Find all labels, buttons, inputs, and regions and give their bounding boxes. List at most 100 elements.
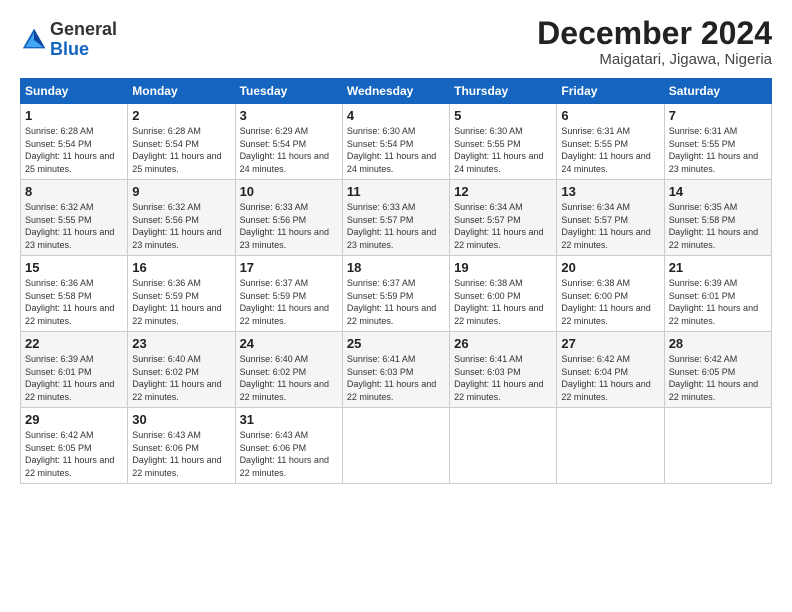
- day-number: 1: [25, 108, 123, 123]
- calendar-cell: 19 Sunrise: 6:38 AMSunset: 6:00 PMDayligh…: [450, 256, 557, 332]
- calendar-cell: 3 Sunrise: 6:29 AMSunset: 5:54 PMDaylight…: [235, 104, 342, 180]
- day-info: Sunrise: 6:35 AMSunset: 5:58 PMDaylight:…: [669, 201, 767, 251]
- day-number: 12: [454, 184, 552, 199]
- calendar-cell: 17 Sunrise: 6:37 AMSunset: 5:59 PMDayligh…: [235, 256, 342, 332]
- day-number: 10: [240, 184, 338, 199]
- calendar-week-3: 15 Sunrise: 6:36 AMSunset: 5:58 PMDayligh…: [21, 256, 772, 332]
- day-number: 2: [132, 108, 230, 123]
- day-number: 28: [669, 336, 767, 351]
- day-number: 4: [347, 108, 445, 123]
- calendar-cell: 31 Sunrise: 6:43 AMSunset: 6:06 PMDayligh…: [235, 408, 342, 484]
- calendar-cell: 18Sunrise: 6:37 AMSunset: 5:59 PMDayligh…: [342, 256, 449, 332]
- day-number: 23: [132, 336, 230, 351]
- logo-blue: Blue: [50, 39, 89, 59]
- weekday-header-wednesday: Wednesday: [342, 79, 449, 104]
- day-number: 25: [347, 336, 445, 351]
- day-info: Sunrise: 6:32 AMSunset: 5:56 PMDaylight:…: [132, 201, 230, 251]
- day-number: 11: [347, 184, 445, 199]
- day-info: Sunrise: 6:31 AMSunset: 5:55 PMDaylight:…: [669, 125, 767, 175]
- location: Maigatari, Jigawa, Nigeria: [537, 51, 772, 68]
- day-info: Sunrise: 6:42 AMSunset: 6:04 PMDaylight:…: [561, 353, 659, 403]
- day-info: Sunrise: 6:37 AMSunset: 5:59 PMDaylight:…: [347, 277, 445, 327]
- calendar-cell: 15 Sunrise: 6:36 AMSunset: 5:58 PMDayligh…: [21, 256, 128, 332]
- calendar-cell: 11Sunrise: 6:33 AMSunset: 5:57 PMDayligh…: [342, 180, 449, 256]
- day-number: 30: [132, 412, 230, 427]
- calendar-cell: 16Sunrise: 6:36 AMSunset: 5:59 PMDayligh…: [128, 256, 235, 332]
- day-number: 20: [561, 260, 659, 275]
- weekday-header-row: SundayMondayTuesdayWednesdayThursdayFrid…: [21, 79, 772, 104]
- calendar-cell: 12 Sunrise: 6:34 AMSunset: 5:57 PMDayligh…: [450, 180, 557, 256]
- calendar-cell: 28 Sunrise: 6:42 AMSunset: 6:05 PMDayligh…: [664, 332, 771, 408]
- calendar-cell: 21Sunrise: 6:39 AMSunset: 6:01 PMDayligh…: [664, 256, 771, 332]
- day-info: Sunrise: 6:42 AMSunset: 6:05 PMDaylight:…: [25, 429, 123, 479]
- day-info: Sunrise: 6:43 AMSunset: 6:06 PMDaylight:…: [132, 429, 230, 479]
- day-info: Sunrise: 6:41 AMSunset: 6:03 PMDaylight:…: [454, 353, 552, 403]
- weekday-header-friday: Friday: [557, 79, 664, 104]
- day-number: 19: [454, 260, 552, 275]
- calendar-cell: 6Sunrise: 6:31 AMSunset: 5:55 PMDaylight…: [557, 104, 664, 180]
- weekday-header-saturday: Saturday: [664, 79, 771, 104]
- day-number: 15: [25, 260, 123, 275]
- day-number: 29: [25, 412, 123, 427]
- calendar-week-1: 1 Sunrise: 6:28 AMSunset: 5:54 PMDaylight…: [21, 104, 772, 180]
- day-number: 9: [132, 184, 230, 199]
- day-number: 17: [240, 260, 338, 275]
- calendar-cell: 30 Sunrise: 6:43 AMSunset: 6:06 PMDayligh…: [128, 408, 235, 484]
- weekday-header-monday: Monday: [128, 79, 235, 104]
- day-info: Sunrise: 6:33 AMSunset: 5:56 PMDaylight:…: [240, 201, 338, 251]
- calendar-cell: 26 Sunrise: 6:41 AMSunset: 6:03 PMDayligh…: [450, 332, 557, 408]
- weekday-header-tuesday: Tuesday: [235, 79, 342, 104]
- calendar-cell: 22Sunrise: 6:39 AMSunset: 6:01 PMDayligh…: [21, 332, 128, 408]
- calendar-cell: 29 Sunrise: 6:42 AMSunset: 6:05 PMDayligh…: [21, 408, 128, 484]
- calendar-cell: 5 Sunrise: 6:30 AMSunset: 5:55 PMDaylight…: [450, 104, 557, 180]
- day-info: Sunrise: 6:42 AMSunset: 6:05 PMDaylight:…: [669, 353, 767, 403]
- day-info: Sunrise: 6:38 AMSunset: 6:00 PMDaylight:…: [561, 277, 659, 327]
- calendar-cell: 8 Sunrise: 6:32 AMSunset: 5:55 PMDaylight…: [21, 180, 128, 256]
- day-number: 26: [454, 336, 552, 351]
- page-container: General Blue December 2024 Maigatari, Ji…: [0, 0, 792, 494]
- day-info: Sunrise: 6:41 AMSunset: 6:03 PMDaylight:…: [347, 353, 445, 403]
- day-info: Sunrise: 6:37 AMSunset: 5:59 PMDaylight:…: [240, 277, 338, 327]
- calendar-cell: 13Sunrise: 6:34 AMSunset: 5:57 PMDayligh…: [557, 180, 664, 256]
- day-info: Sunrise: 6:39 AMSunset: 6:01 PMDaylight:…: [669, 277, 767, 327]
- day-info: Sunrise: 6:28 AMSunset: 5:54 PMDaylight:…: [25, 125, 123, 175]
- logo: General Blue: [20, 20, 117, 60]
- day-number: 31: [240, 412, 338, 427]
- day-number: 7: [669, 108, 767, 123]
- calendar-cell: 9 Sunrise: 6:32 AMSunset: 5:56 PMDaylight…: [128, 180, 235, 256]
- day-info: Sunrise: 6:30 AMSunset: 5:54 PMDaylight:…: [347, 125, 445, 175]
- day-info: Sunrise: 6:32 AMSunset: 5:55 PMDaylight:…: [25, 201, 123, 251]
- calendar-cell: 14 Sunrise: 6:35 AMSunset: 5:58 PMDayligh…: [664, 180, 771, 256]
- day-info: Sunrise: 6:40 AMSunset: 6:02 PMDaylight:…: [132, 353, 230, 403]
- day-number: 8: [25, 184, 123, 199]
- calendar-cell: 2Sunrise: 6:28 AMSunset: 5:54 PMDaylight…: [128, 104, 235, 180]
- calendar-cell: 7 Sunrise: 6:31 AMSunset: 5:55 PMDaylight…: [664, 104, 771, 180]
- calendar-cell: [342, 408, 449, 484]
- day-number: 3: [240, 108, 338, 123]
- day-info: Sunrise: 6:29 AMSunset: 5:54 PMDaylight:…: [240, 125, 338, 175]
- header-row: General Blue December 2024 Maigatari, Ji…: [20, 16, 772, 68]
- calendar-week-5: 29 Sunrise: 6:42 AMSunset: 6:05 PMDayligh…: [21, 408, 772, 484]
- weekday-header-thursday: Thursday: [450, 79, 557, 104]
- calendar-cell: 4 Sunrise: 6:30 AMSunset: 5:54 PMDaylight…: [342, 104, 449, 180]
- logo-icon: [20, 26, 48, 54]
- calendar-cell: [450, 408, 557, 484]
- calendar-cell: 24 Sunrise: 6:40 AMSunset: 6:02 PMDayligh…: [235, 332, 342, 408]
- day-info: Sunrise: 6:43 AMSunset: 6:06 PMDaylight:…: [240, 429, 338, 479]
- day-number: 13: [561, 184, 659, 199]
- title-block: December 2024 Maigatari, Jigawa, Nigeria: [537, 16, 772, 68]
- day-info: Sunrise: 6:38 AMSunset: 6:00 PMDaylight:…: [454, 277, 552, 327]
- day-info: Sunrise: 6:36 AMSunset: 5:59 PMDaylight:…: [132, 277, 230, 327]
- calendar-cell: [664, 408, 771, 484]
- day-info: Sunrise: 6:30 AMSunset: 5:55 PMDaylight:…: [454, 125, 552, 175]
- day-number: 5: [454, 108, 552, 123]
- day-info: Sunrise: 6:36 AMSunset: 5:58 PMDaylight:…: [25, 277, 123, 327]
- day-info: Sunrise: 6:40 AMSunset: 6:02 PMDaylight:…: [240, 353, 338, 403]
- calendar-cell: [557, 408, 664, 484]
- calendar-cell: 10 Sunrise: 6:33 AMSunset: 5:56 PMDayligh…: [235, 180, 342, 256]
- day-number: 14: [669, 184, 767, 199]
- day-info: Sunrise: 6:39 AMSunset: 6:01 PMDaylight:…: [25, 353, 123, 403]
- calendar-cell: 1 Sunrise: 6:28 AMSunset: 5:54 PMDaylight…: [21, 104, 128, 180]
- day-info: Sunrise: 6:34 AMSunset: 5:57 PMDaylight:…: [454, 201, 552, 251]
- day-number: 24: [240, 336, 338, 351]
